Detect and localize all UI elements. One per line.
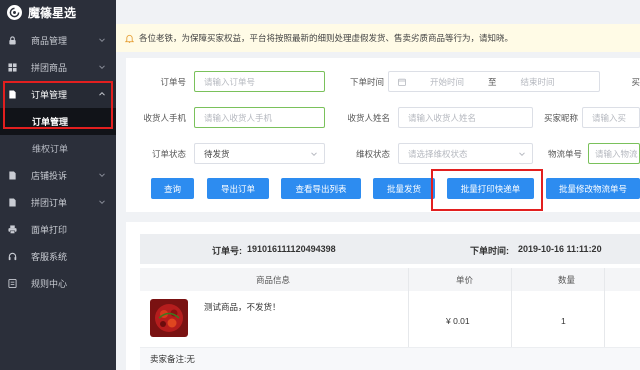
chevron-down-icon <box>519 151 525 157</box>
file-icon <box>8 171 17 180</box>
order-no-label: 订单号 <box>160 77 186 87</box>
seller-remark-value: 无 <box>186 354 195 364</box>
sidebar-item-group-orders[interactable]: 拼团订单 <box>0 189 116 216</box>
order-time-value: 2019-10-16 11:11:20 <box>518 244 602 254</box>
bell-icon <box>125 34 134 43</box>
table-header: 商品信息 单价 数量 <box>140 268 640 291</box>
lock-icon <box>8 36 17 45</box>
range-separator: 至 <box>488 76 497 87</box>
printer-icon <box>8 225 17 234</box>
product-price: ¥ 0.01 <box>446 316 470 326</box>
receiver-name-input[interactable]: 请输入收货人姓名 <box>398 107 533 128</box>
view-export-list-button[interactable]: 查看导出列表 <box>281 178 361 199</box>
sidebar-item-label: 面单打印 <box>31 225 68 235</box>
order-time-label: 下单时间 <box>349 77 384 87</box>
receiver-phone-label: 收货人手机 <box>143 113 186 123</box>
batch-modify-tracking-button[interactable]: 批量修改物流单号 <box>546 178 640 199</box>
column-header-price: 单价 <box>456 275 474 285</box>
sidebar-item-store-complaints[interactable]: 店铺投诉 <box>0 162 116 189</box>
seller-remark-label: 卖家备注: <box>150 354 187 364</box>
product-thumbnail[interactable] <box>150 299 188 337</box>
column-header-product: 商品信息 <box>256 275 291 285</box>
order-no-value: 191016111120494398 <box>247 244 336 254</box>
product-name[interactable]: 测试商品，不发货！ <box>204 301 281 313</box>
rights-status-select[interactable]: 请选择维权状态 <box>398 143 533 164</box>
product-quantity: 1 <box>561 316 566 326</box>
highlight-annotation-box <box>431 169 543 211</box>
order-no-input[interactable]: 请输入订单号 <box>194 71 325 92</box>
sidebar-subitem-rights-orders[interactable]: 维权订单 <box>0 135 116 162</box>
order-header: 订单号: 191016111120494398 下单时间: 2019-10-16… <box>140 234 640 264</box>
sidebar-item-label: 客服系统 <box>31 252 68 262</box>
query-button[interactable]: 查询 <box>151 178 194 199</box>
receiver-phone-input[interactable]: 请输入收货人手机 <box>194 107 325 128</box>
main-content: 各位老铁，为保障买家权益，平台将按照最新的细则处理虚假发货、售卖劣质商品等行为，… <box>116 0 640 370</box>
column-header-qty: 数量 <box>558 275 576 285</box>
list-icon <box>8 279 17 288</box>
notice-bar: 各位老铁，为保障买家权益，平台将按照最新的细则处理虚假发货、售卖劣质商品等行为，… <box>116 24 640 52</box>
sidebar-item-label: 拼团商品 <box>31 63 68 73</box>
order-time-caption: 下单时间: <box>470 246 509 256</box>
sidebar-item-product-management[interactable]: 商品管理 <box>0 27 116 54</box>
table-row[interactable]: 测试商品，不发货！ ¥ 0.01 1 <box>140 291 640 348</box>
rights-status-label: 维权状态 <box>355 149 390 159</box>
calendar-icon <box>398 78 406 86</box>
order-time-range-picker[interactable]: 开始时间 至 结束时间 <box>388 71 600 92</box>
chevron-down-icon <box>99 64 105 70</box>
order-no-caption: 订单号: <box>212 246 242 256</box>
chevron-down-icon <box>99 37 105 43</box>
export-orders-button[interactable]: 导出订单 <box>207 178 269 199</box>
buyer-label-cut: 买 <box>631 77 640 87</box>
brand-logo-icon <box>7 4 22 20</box>
order-status-select[interactable]: 待发货 <box>194 143 325 164</box>
sidebar-item-label: 规则中心 <box>31 279 68 289</box>
filter-panel: 订单号 请输入订单号 下单时间 开始时间 至 结束时间 买 收货人手机 请输入收… <box>126 58 640 212</box>
sidebar-item-rules-center[interactable]: 规则中心 <box>0 270 116 297</box>
sidebar-subitem-label: 维权订单 <box>32 144 69 154</box>
receiver-name-label: 收货人姓名 <box>347 113 390 123</box>
sidebar-item-label: 店铺投诉 <box>31 171 68 181</box>
chevron-down-icon <box>99 172 105 178</box>
end-time-placeholder: 结束时间 <box>520 76 555 87</box>
chevron-down-icon <box>311 151 317 157</box>
tracking-no-input[interactable]: 请输入物流 <box>588 143 640 164</box>
highlight-annotation-box <box>3 81 113 129</box>
tracking-no-label: 物流单号 <box>547 149 582 159</box>
sidebar-item-customer-service[interactable]: 客服系统 <box>0 243 116 270</box>
brand-name: 魔篠星选 <box>28 5 77 20</box>
start-time-placeholder: 开始时间 <box>430 76 465 87</box>
notice-text: 各位老铁，为保障买家权益，平台将按照最新的细则处理虚假发货、售卖劣质商品等行为，… <box>139 33 514 43</box>
buyer-nickname-label: 买家昵称 <box>543 113 578 123</box>
chevron-down-icon <box>99 199 105 205</box>
brand: 魔篠星选 <box>0 0 116 24</box>
order-list: 订单号: 191016111120494398 下单时间: 2019-10-16… <box>126 222 640 370</box>
sidebar-item-group-products[interactable]: 拼团商品 <box>0 54 116 81</box>
sidebar-item-label: 商品管理 <box>31 36 68 46</box>
file-icon <box>8 198 17 207</box>
seller-remark: 卖家备注: 无 <box>140 348 640 370</box>
grid-icon <box>8 63 17 72</box>
sidebar: 魔篠星选 商品管理 拼团商品 订单管理 订单管理 维权订单 店铺投诉 拼团订单 … <box>0 0 116 370</box>
sidebar-item-label: 拼团订单 <box>31 198 68 208</box>
buyer-nickname-input[interactable]: 请输入买 <box>582 107 640 128</box>
sidebar-item-waybill-print[interactable]: 面单打印 <box>0 216 116 243</box>
batch-ship-button[interactable]: 批量发货 <box>373 178 435 199</box>
order-status-label: 订单状态 <box>151 149 186 159</box>
headset-icon <box>8 252 17 261</box>
